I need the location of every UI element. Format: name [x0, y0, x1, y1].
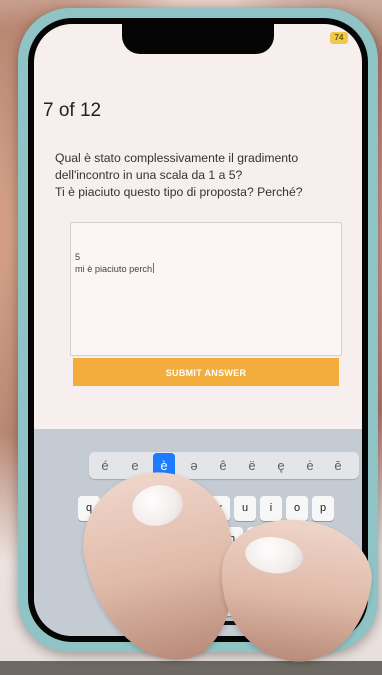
- key-o[interactable]: o: [286, 496, 308, 521]
- accent-key-schwa[interactable]: ə: [183, 453, 205, 478]
- accent-key-e-diaeresis[interactable]: ë: [241, 453, 263, 478]
- answer-textarea[interactable]: 5 mi è piaciuto perch: [70, 222, 342, 356]
- question-line-1: Qual è stato complessivamente il gradime…: [55, 151, 299, 165]
- answer-line-1: 5: [75, 252, 81, 262]
- timer-badge: 74: [330, 32, 348, 44]
- key-p[interactable]: p: [312, 496, 334, 521]
- key-u[interactable]: u: [234, 496, 256, 521]
- accent-key-e-ogonek[interactable]: ę: [270, 453, 292, 478]
- text-caret: [153, 263, 155, 273]
- accent-key-e-acute[interactable]: é: [94, 453, 116, 478]
- notch: [122, 24, 274, 54]
- answer-line-2: mi è piaciuto perch: [71, 263, 341, 275]
- accent-key-e-macron[interactable]: ē: [327, 453, 349, 478]
- submit-answer-button[interactable]: SUBMIT ANSWER: [73, 358, 339, 386]
- accent-key-e-circumflex[interactable]: ê: [212, 453, 234, 478]
- answer-line-2-text: mi è piaciuto perch: [75, 264, 153, 274]
- key-i[interactable]: i: [260, 496, 282, 521]
- question-text: Qual è stato complessivamente il gradime…: [55, 150, 345, 201]
- left-fingernail: [128, 480, 187, 531]
- answer-text: 5 mi è piaciuto perch: [71, 251, 341, 275]
- accent-key-e-dot[interactable]: ė: [299, 453, 321, 478]
- question-line-2: dell'incontro in una scala da 1 a 5?: [55, 168, 243, 182]
- question-counter: 7 of 12: [43, 100, 102, 121]
- question-line-3: Ti è piaciuto questo tipo di proposta? P…: [55, 185, 303, 199]
- right-fingernail: [243, 533, 306, 577]
- accent-popup: é e è ə ê ë ę ė ē: [34, 452, 362, 479]
